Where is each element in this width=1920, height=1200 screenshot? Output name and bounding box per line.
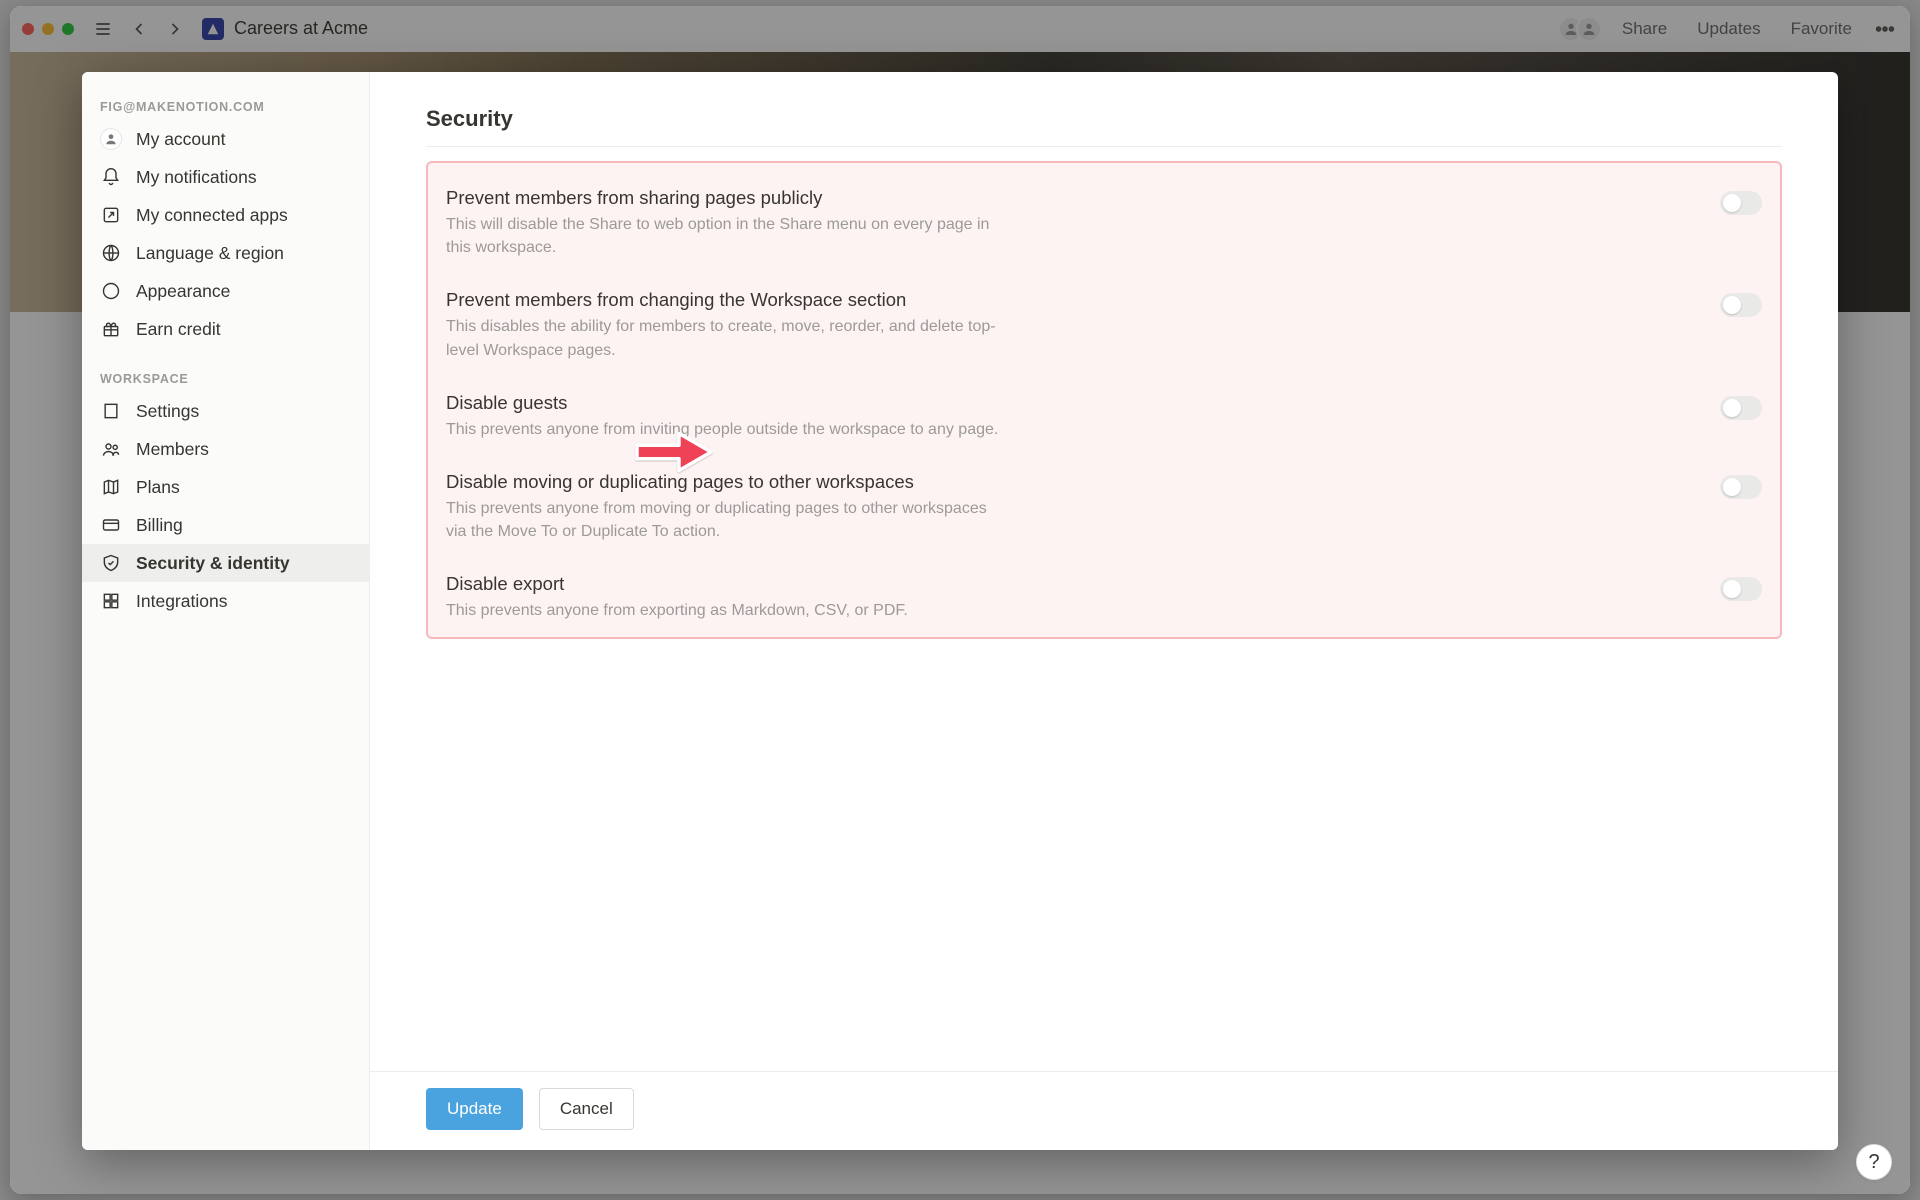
toggle-prevent-public-share[interactable] [1720,191,1762,215]
toggle-disable-guests[interactable] [1720,396,1762,420]
setting-desc: This prevents anyone from inviting peopl… [446,418,1006,441]
setting-title: Prevent members from changing the Worksp… [446,289,1690,311]
sidebar-item-integrations[interactable]: Integrations [82,582,369,620]
update-button[interactable]: Update [426,1088,523,1130]
grid-icon [100,590,122,612]
shield-check-icon [100,552,122,574]
sidebar-item-language-region[interactable]: Language & region [82,234,369,272]
setting-title: Disable moving or duplicating pages to o… [446,471,1690,493]
setting-desc: This will disable the Share to web optio… [446,213,1006,259]
security-settings-highlight: Prevent members from sharing pages publi… [426,161,1782,639]
setting-disable-move-duplicate: Disable moving or duplicating pages to o… [446,461,1762,563]
setting-title: Disable export [446,573,1690,595]
workspace-section-label: WORKSPACE [82,362,369,392]
sidebar-item-label: Members [136,439,209,460]
map-icon [100,476,122,498]
help-button[interactable]: ? [1856,1144,1892,1180]
sidebar-item-label: Language & region [136,243,284,264]
toggle-disable-export[interactable] [1720,577,1762,601]
settings-modal: FIG@MAKENOTION.COM My account My notific… [82,72,1838,1150]
credit-card-icon [100,514,122,536]
setting-desc: This prevents anyone from moving or dupl… [446,497,1006,543]
sidebar-item-label: Integrations [136,591,227,612]
setting-prevent-public-share: Prevent members from sharing pages publi… [446,177,1762,279]
sidebar-item-label: My notifications [136,167,257,188]
settings-sidebar: FIG@MAKENOTION.COM My account My notific… [82,72,370,1150]
toggle-prevent-workspace-change[interactable] [1720,293,1762,317]
sidebar-item-earn-credit[interactable]: Earn credit [82,310,369,348]
external-link-icon [100,204,122,226]
sidebar-item-members[interactable]: Members [82,430,369,468]
setting-title: Disable guests [446,392,1690,414]
sidebar-item-appearance[interactable]: Appearance [82,272,369,310]
sidebar-item-my-account[interactable]: My account [82,120,369,158]
setting-prevent-workspace-change: Prevent members from changing the Worksp… [446,279,1762,381]
sidebar-item-settings[interactable]: Settings [82,392,369,430]
building-icon [100,400,122,422]
cancel-button[interactable]: Cancel [539,1088,634,1130]
setting-disable-guests: Disable guests This prevents anyone from… [446,382,1762,461]
sidebar-item-label: Appearance [136,281,230,302]
bell-icon [100,166,122,188]
app-window: Careers at Acme Share Updates Favorite F… [10,6,1910,1194]
sidebar-item-label: Billing [136,515,183,536]
gift-icon [100,318,122,340]
setting-desc: This disables the ability for members to… [446,315,1006,361]
sidebar-item-my-notifications[interactable]: My notifications [82,158,369,196]
panel-title: Security [426,106,1782,147]
sidebar-item-plans[interactable]: Plans [82,468,369,506]
sidebar-item-label: My connected apps [136,205,288,226]
sidebar-item-label: Plans [136,477,180,498]
sidebar-item-label: Security & identity [136,553,290,574]
sidebar-item-my-connected-apps[interactable]: My connected apps [82,196,369,234]
user-avatar-icon [100,128,122,150]
panel-footer: Update Cancel [370,1071,1838,1150]
setting-desc: This prevents anyone from exporting as M… [446,599,1006,622]
globe-icon [100,242,122,264]
sidebar-item-label: My account [136,129,225,150]
setting-disable-export: Disable export This prevents anyone from… [446,563,1762,628]
help-icon: ? [1868,1151,1879,1174]
settings-panel: Security Prevent members from sharing pa… [370,72,1838,1150]
toggle-disable-move-duplicate[interactable] [1720,475,1762,499]
sidebar-item-billing[interactable]: Billing [82,506,369,544]
settings-scroll: Security Prevent members from sharing pa… [370,72,1838,1071]
sidebar-item-label: Earn credit [136,319,221,340]
setting-title: Prevent members from sharing pages publi… [446,187,1690,209]
sidebar-item-label: Settings [136,401,199,422]
people-icon [100,438,122,460]
account-section-label: FIG@MAKENOTION.COM [82,90,369,120]
moon-icon [100,280,122,302]
sidebar-item-security-identity[interactable]: Security & identity [82,544,369,582]
